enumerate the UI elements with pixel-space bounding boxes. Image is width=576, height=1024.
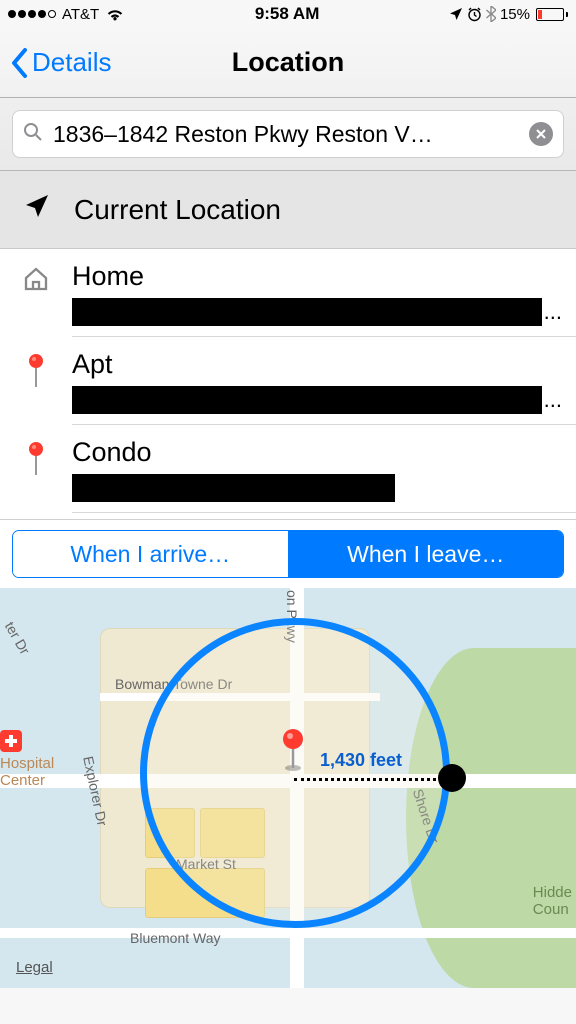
saved-locations-list[interactable]: Home ... Apt ... Condo [0, 249, 576, 519]
carrier-label: AT&T [62, 6, 99, 23]
radius-line [294, 778, 454, 781]
search-bar [0, 98, 576, 171]
location-arrow-icon [24, 193, 50, 226]
location-name: Apt [72, 349, 562, 380]
back-button[interactable]: Details [0, 47, 111, 78]
redacted-address [72, 474, 395, 502]
road-label: ter Dr [2, 619, 33, 657]
search-icon [23, 122, 43, 147]
battery-percentage: 15% [500, 6, 530, 23]
clear-search-button[interactable] [529, 122, 553, 146]
map-pin-icon[interactable] [280, 728, 306, 777]
segment-leave[interactable]: When I leave… [289, 531, 564, 577]
signal-strength-icon [8, 10, 56, 18]
alarm-icon [467, 7, 482, 22]
segment-arrive[interactable]: When I arrive… [13, 531, 289, 577]
search-input[interactable] [53, 121, 519, 148]
wifi-icon [105, 7, 125, 21]
home-icon [22, 265, 50, 337]
current-location-label: Current Location [74, 194, 281, 226]
list-item[interactable]: Apt ... [0, 337, 576, 425]
radius-distance-label: 1,430 feet [320, 750, 402, 771]
hospital-label: Hospital Center [0, 756, 54, 789]
status-bar: AT&T 9:58 AM 15% [0, 0, 576, 28]
pin-icon [26, 441, 46, 513]
back-label: Details [32, 47, 111, 78]
location-services-icon [449, 7, 463, 21]
bluetooth-icon [486, 6, 496, 22]
map-road [0, 928, 576, 938]
map-legal-link[interactable]: Legal [16, 959, 53, 976]
park-label: Hidde Coun [533, 885, 572, 918]
location-name: Home [72, 261, 562, 292]
status-time: 9:58 AM [255, 4, 320, 24]
hospital-icon [0, 730, 22, 752]
redacted-address [72, 298, 542, 326]
battery-icon [536, 8, 568, 21]
list-item[interactable]: Home ... [0, 249, 576, 337]
current-location-row[interactable]: Current Location [0, 171, 576, 249]
navigation-bar: Details Location [0, 28, 576, 98]
geofence-trigger-segment: When I arrive… When I leave… [0, 519, 576, 588]
list-item[interactable]: Condo [0, 425, 576, 513]
location-name: Condo [72, 437, 562, 468]
radius-drag-handle[interactable] [438, 764, 466, 792]
map-view[interactable]: Hospital Center on Pkwy Bowman Towne Dr … [0, 588, 576, 988]
redacted-address [72, 386, 542, 414]
pin-icon [26, 353, 46, 425]
road-label: Bluemont Way [130, 930, 221, 946]
